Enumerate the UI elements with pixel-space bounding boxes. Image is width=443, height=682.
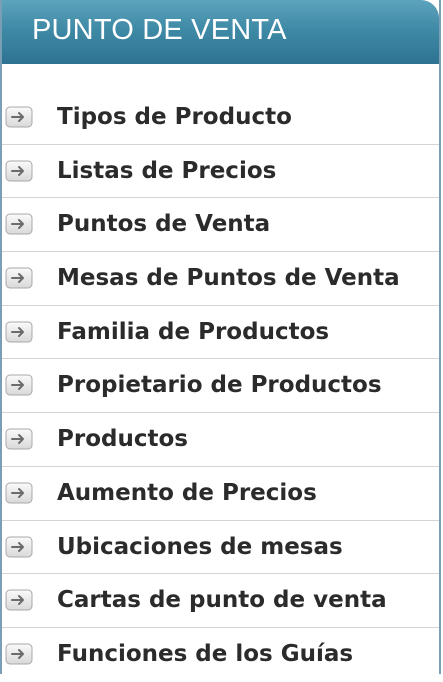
arrow-right-icon xyxy=(5,213,33,235)
arrow-right-icon xyxy=(5,267,33,289)
menu-list: Tipos de Producto Listas de Precios Punt… xyxy=(2,91,439,682)
menu-item-label: Listas de Precios xyxy=(57,157,277,184)
arrow-right-icon xyxy=(5,643,33,665)
menu-item-puntos-de-venta[interactable]: Puntos de Venta xyxy=(2,198,439,253)
menu-item-ubicaciones-de-mesas[interactable]: Ubicaciones de mesas xyxy=(2,521,439,575)
arrow-right-icon xyxy=(5,536,33,558)
menu-item-productos[interactable]: Productos xyxy=(2,413,439,467)
panel-title: PUNTO DE VENTA xyxy=(32,14,287,46)
arrow-right-icon xyxy=(5,428,33,450)
menu-item-label: Puntos de Venta xyxy=(57,211,271,238)
menu-item-mesas-de-puntos-de-venta[interactable]: Mesas de Puntos de Venta xyxy=(2,252,439,306)
menu-item-label: Aumento de Precios xyxy=(57,479,317,506)
menu-item-familia-de-productos[interactable]: Familia de Productos xyxy=(2,306,439,360)
menu-item-label: Ubicaciones de mesas xyxy=(57,533,343,560)
arrow-right-icon xyxy=(5,374,33,396)
menu-item-label: Familia de Productos xyxy=(57,318,330,345)
menu-item-cartas-de-punto-de-venta[interactable]: Cartas de punto de venta xyxy=(2,574,439,628)
menu-item-tipos-de-producto[interactable]: Tipos de Producto xyxy=(2,91,439,145)
arrow-right-icon xyxy=(5,106,33,128)
menu-item-label: Propietario de Productos xyxy=(57,372,382,399)
menu-item-label: Productos xyxy=(57,426,188,453)
arrow-right-icon xyxy=(5,589,33,611)
menu-item-label: Tipos de Producto xyxy=(57,104,292,130)
arrow-right-icon xyxy=(5,482,33,504)
menu-item-aumento-de-precios[interactable]: Aumento de Precios xyxy=(2,467,439,521)
menu-item-label: Mesas de Puntos de Venta xyxy=(57,265,400,292)
menu-item-label: Funciones de los Guías xyxy=(57,640,354,667)
menu-item-label: Cartas de punto de venta xyxy=(57,587,387,614)
panel-header: PUNTO DE VENTA xyxy=(2,0,439,64)
point-of-sale-panel: PUNTO DE VENTA Tipos de Producto Listas … xyxy=(0,0,441,674)
arrow-right-icon xyxy=(5,321,33,343)
menu-item-listas-de-precios[interactable]: Listas de Precios xyxy=(2,145,439,199)
menu-item-propietario-de-productos[interactable]: Propietario de Productos xyxy=(2,359,439,414)
arrow-right-icon xyxy=(5,160,33,182)
